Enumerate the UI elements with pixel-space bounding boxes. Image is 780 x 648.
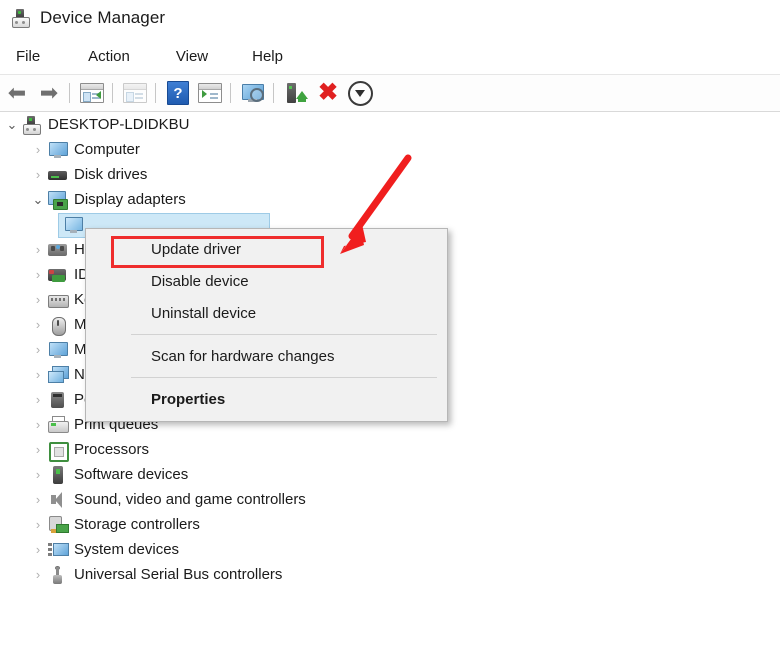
properties-panel-icon[interactable] [77, 78, 107, 108]
ide-controller-icon [48, 266, 68, 284]
forward-arrow-glyph: ➡ [39, 80, 59, 105]
help-question-icon[interactable]: ? [163, 78, 193, 108]
back-arrow-icon[interactable]: ⬅ [2, 78, 32, 108]
chevron-right-icon[interactable]: › [30, 442, 46, 457]
tree-item-label: Disk drives [74, 166, 148, 183]
chevron-right-icon[interactable]: › [30, 567, 46, 582]
mouse-icon [48, 316, 68, 336]
chevron-right-icon[interactable]: › [30, 242, 46, 257]
device-manager-icon [10, 8, 30, 28]
menu-item-action[interactable]: Action [82, 46, 136, 67]
tree-row-system-devices[interactable]: › System devices [0, 537, 780, 562]
chevron-right-icon[interactable]: › [30, 292, 46, 307]
system-device-icon [48, 541, 69, 559]
storage-controller-icon [48, 515, 69, 534]
sound-controller-icon [48, 491, 68, 509]
tree-row-processors[interactable]: › Processors [0, 437, 780, 462]
context-menu-item-disable-device[interactable]: Disable device [86, 265, 447, 297]
tree-item-label: Universal Serial Bus controllers [74, 566, 283, 583]
update-driver-panel-icon[interactable] [120, 78, 150, 108]
tree-item-label: Sound, video and game controllers [74, 491, 306, 508]
scan-hardware-changes-glyph [241, 83, 265, 103]
monitor-icon [48, 341, 68, 359]
chevron-right-icon[interactable]: › [30, 492, 46, 507]
tree-row-computer[interactable]: › Computer [0, 137, 780, 162]
software-device-icon [48, 465, 68, 484]
tree-row-root[interactable]: ⌄ DESKTOP-LDIDKBU [0, 112, 780, 137]
chevron-right-icon[interactable]: › [30, 417, 46, 432]
tree-item-label: Software devices [74, 466, 189, 483]
chevron-down-icon[interactable]: ⌄ [4, 117, 20, 133]
show-hidden-panel-glyph [198, 83, 222, 103]
network-adapter-icon [48, 365, 69, 384]
computer-root-icon [22, 115, 42, 135]
help-question-glyph: ? [167, 81, 189, 105]
update-driver-panel-glyph [123, 83, 147, 103]
chevron-right-icon[interactable]: › [30, 142, 46, 157]
show-hidden-panel-icon[interactable] [195, 78, 225, 108]
menu-item-view[interactable]: View [170, 46, 214, 67]
tree-row-software-devices[interactable]: › Software devices [0, 462, 780, 487]
display-adapter-icon [48, 190, 68, 210]
tree-item-label: Computer [74, 141, 140, 158]
menu-item-help[interactable]: Help [246, 46, 289, 67]
chevron-right-icon[interactable]: › [30, 542, 46, 557]
processor-icon [48, 441, 69, 462]
chevron-right-icon[interactable]: › [30, 392, 46, 407]
toolbar-separator [112, 83, 113, 103]
chevron-right-icon[interactable]: › [30, 267, 46, 282]
chevron-right-icon[interactable]: › [30, 367, 46, 382]
context-menu-item-uninstall-device[interactable]: Uninstall device [86, 297, 447, 329]
window-title: Device Manager [40, 8, 166, 27]
tree-row-disk-drives[interactable]: › Disk drives [0, 162, 780, 187]
computer-icon [48, 141, 68, 159]
chevron-right-icon[interactable]: › [30, 167, 46, 182]
toolbar-separator [69, 83, 70, 103]
context-menu-item-update-driver[interactable]: Update driver [86, 233, 447, 265]
disk-drive-icon [48, 166, 68, 184]
context-menu-separator [131, 377, 437, 378]
properties-panel-glyph [80, 83, 104, 103]
human-interface-device-icon [48, 241, 68, 259]
tree-row-storage-controllers[interactable]: › Storage controllers [0, 512, 780, 537]
tree-item-label: Storage controllers [74, 516, 200, 533]
tree-row-usb-controllers[interactable]: › Universal Serial Bus controllers [0, 562, 780, 587]
toolbar-separator [230, 83, 231, 103]
display-device-icon [64, 216, 84, 234]
toolbar: ⬅ ➡ ? ✖ [0, 74, 780, 112]
window-titlebar: Device Manager [0, 0, 780, 36]
uninstall-red-x-icon[interactable]: ✖ [313, 78, 343, 108]
context-menu-item-properties[interactable]: Properties [86, 383, 447, 415]
disable-device-down-arrow-glyph [347, 80, 373, 106]
tree-item-label: Display adapters [74, 191, 186, 208]
tree-item-label: Processors [74, 441, 150, 458]
update-driver-device-icon[interactable] [281, 78, 311, 108]
chevron-right-icon[interactable]: › [30, 517, 46, 532]
tree-root-label: DESKTOP-LDIDKBU [48, 116, 190, 133]
menu-item-file[interactable]: File [10, 46, 46, 67]
context-menu-separator [131, 334, 437, 335]
update-driver-device-glyph [285, 82, 308, 104]
printer-icon [48, 415, 69, 434]
menu-bar: File Action View Help [0, 42, 780, 70]
forward-arrow-icon[interactable]: ➡ [34, 78, 64, 108]
context-menu-item-scan-for-hardware-changes[interactable]: Scan for hardware changes [86, 340, 447, 372]
chevron-right-icon[interactable]: › [30, 342, 46, 357]
chevron-down-icon[interactable]: ⌄ [30, 192, 46, 208]
toolbar-separator [273, 83, 274, 103]
usb-controller-icon [48, 565, 68, 584]
uninstall-red-x-glyph: ✖ [317, 79, 339, 106]
keyboard-icon [48, 291, 69, 309]
disable-device-down-arrow-icon[interactable] [345, 78, 375, 108]
scan-hardware-changes-icon[interactable] [238, 78, 268, 108]
tree-row-sound-controllers[interactable]: › Sound, video and game controllers [0, 487, 780, 512]
tree-row-display-adapters[interactable]: ⌄ Display adapters [0, 187, 780, 212]
chevron-right-icon[interactable]: › [30, 467, 46, 482]
tree-item-label: System devices [74, 541, 180, 558]
context-menu: Update driver Disable device Uninstall d… [85, 228, 448, 422]
back-arrow-glyph: ⬅ [7, 80, 27, 105]
chevron-right-icon[interactable]: › [30, 317, 46, 332]
port-icon [48, 391, 68, 409]
toolbar-separator [155, 83, 156, 103]
